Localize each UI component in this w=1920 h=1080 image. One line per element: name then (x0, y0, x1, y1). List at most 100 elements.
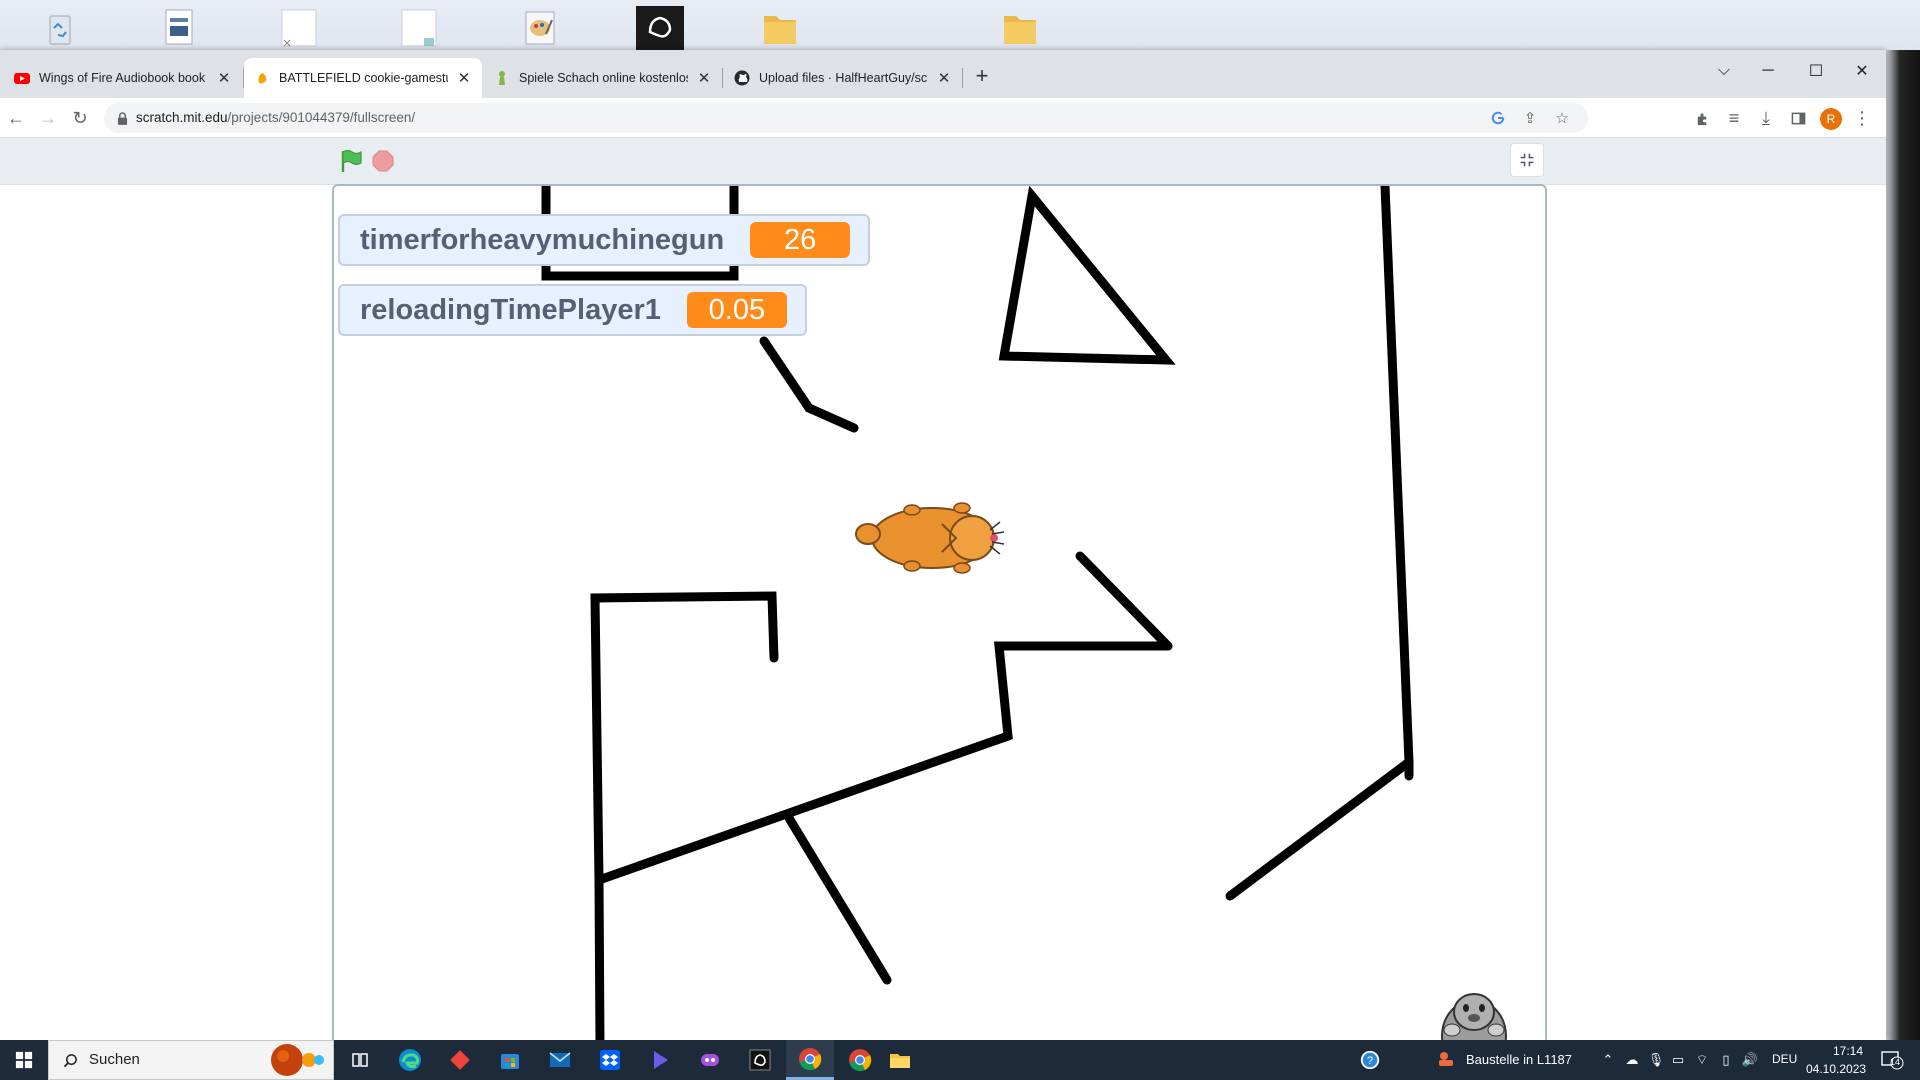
address-bar[interactable]: scratch.mit.edu/projects/901044379/fulls… (104, 103, 1588, 133)
forward-icon[interactable]: → (36, 106, 60, 130)
youtube-icon (14, 70, 30, 86)
tab-title: Upload files · HalfHeartGuy/scratch (759, 71, 928, 85)
menu-icon[interactable]: ⋮ (1850, 106, 1874, 130)
scratch-icon (254, 70, 270, 86)
profile-avatar[interactable]: R (1820, 108, 1842, 130)
traffic-warning-icon[interactable] (1436, 1050, 1456, 1070)
tab-separator (962, 68, 963, 88)
reload-icon[interactable]: ↻ (68, 106, 92, 130)
bookmark-star-icon[interactable]: ☆ (1552, 108, 1572, 128)
maze-wall (590, 591, 779, 1044)
exit-fullscreen-button[interactable] (1510, 143, 1544, 177)
lock-icon[interactable] (112, 108, 132, 128)
maze-wall (998, 186, 1176, 365)
folder-icon[interactable] (1000, 8, 1040, 48)
hamster-sprite[interactable] (855, 502, 1005, 574)
url-path: /projects/901044379/fullscreen/ (227, 110, 416, 125)
display-icon[interactable]: ▭ (1670, 1052, 1686, 1068)
minimize-button[interactable]: ─ (1748, 56, 1788, 86)
green-flag-icon[interactable] (338, 148, 364, 174)
mole-sprite[interactable] (1441, 993, 1507, 1044)
tab-title: Spiele Schach online kostenlos mit (519, 71, 688, 85)
close-window-button[interactable]: ✕ (1842, 56, 1882, 86)
paint-icon[interactable] (520, 8, 560, 48)
game-app-icon[interactable] (686, 1040, 734, 1080)
scratch-taskbar-icon[interactable] (736, 1040, 784, 1080)
tab-chess[interactable]: Spiele Schach online kostenlos mit ✕ (484, 58, 722, 98)
edge-icon[interactable] (386, 1040, 434, 1080)
github-icon (734, 70, 750, 86)
google-lens-icon[interactable] (1488, 108, 1508, 128)
monitor-value: 26 (750, 222, 851, 258)
maze-wall (1380, 186, 1414, 781)
help-icon[interactable]: ? (1350, 1040, 1390, 1080)
recycle-bin-icon[interactable] (40, 8, 80, 48)
tab-title: BATTLEFIELD cookie-gamestudio (279, 71, 448, 85)
show-hidden-icons-icon[interactable]: ⌃ (1600, 1052, 1616, 1068)
maze-wall (784, 813, 892, 985)
mail-icon[interactable] (536, 1040, 584, 1080)
variable-monitor-reload[interactable]: reloadingTimePlayer1 0.05 (338, 284, 807, 336)
desktop-background (1886, 50, 1920, 1040)
start-button[interactable] (0, 1040, 48, 1080)
maze-wall (759, 336, 859, 433)
battery-icon[interactable]: ▯ (1718, 1052, 1734, 1068)
project-stage[interactable]: timerforheavymuchinegun 26 reloadingTime… (332, 184, 1547, 1044)
chrome-taskbar-icon[interactable] (786, 1040, 834, 1080)
download-icon[interactable]: ⤓ (1754, 106, 1778, 130)
notification-count: 14 (1890, 1057, 1901, 1067)
side-panel-icon[interactable] (1786, 106, 1810, 130)
tab-strip: Wings of Fire Audiobook book 1 ✕ BATTLEF… (0, 50, 1886, 98)
back-icon[interactable]: ← (4, 106, 28, 130)
file-explorer-icon[interactable] (876, 1040, 924, 1080)
tab-github[interactable]: Upload files · HalfHeartGuy/scratch ✕ (724, 58, 962, 98)
scratch-app-icon[interactable] (636, 6, 684, 50)
clock-date[interactable]: 04.10.2023 (1806, 1062, 1866, 1076)
variable-monitor-timer[interactable]: timerforheavymuchinegun 26 (338, 214, 871, 266)
tab-title: Wings of Fire Audiobook book 1 (39, 71, 208, 85)
video-editor-icon[interactable] (636, 1040, 684, 1080)
desktop-document-icon[interactable] (280, 8, 320, 48)
volume-icon[interactable]: 🔊 (1742, 1052, 1758, 1068)
maximize-button[interactable]: ☐ (1796, 56, 1836, 86)
weather-text[interactable]: Baustelle in L1187 (1466, 1052, 1572, 1067)
close-tab-icon[interactable]: ✕ (696, 69, 712, 87)
browser-window: Wings of Fire Audiobook book 1 ✕ BATTLEF… (0, 50, 1886, 1044)
close-tab-icon[interactable]: ✕ (216, 69, 232, 87)
scratch-player-header (0, 138, 1886, 185)
windows-logo-icon (15, 1051, 33, 1069)
close-tab-icon[interactable]: ✕ (936, 69, 952, 87)
clock-time[interactable]: 17:14 (1822, 1044, 1874, 1058)
wifi-icon[interactable]: ⌔ (1694, 1052, 1710, 1068)
microphone-icon[interactable]: 🎙 (1648, 1052, 1665, 1068)
maze-wall (594, 641, 1173, 885)
tab-battlefield[interactable]: BATTLEFIELD cookie-gamestudio ✕ (244, 58, 482, 98)
microsoft-store-icon[interactable] (486, 1040, 534, 1080)
url-text: scratch.mit.edu/projects/901044379/fulls… (136, 110, 415, 125)
anydesk-icon[interactable] (436, 1040, 484, 1080)
share-icon[interactable]: ⇪ (1520, 108, 1540, 128)
new-tab-button[interactable]: + (970, 64, 994, 88)
tab-youtube[interactable]: Wings of Fire Audiobook book 1 ✕ (4, 58, 242, 98)
folder-icon[interactable] (760, 8, 800, 48)
browser-toolbar: ← → ↻ scratch.mit.edu/projects/901044379… (0, 98, 1886, 138)
language-indicator[interactable]: DEU (1772, 1052, 1797, 1066)
close-tab-icon[interactable]: ✕ (456, 69, 472, 87)
stop-icon[interactable] (372, 150, 394, 172)
search-highlight-icon (271, 1044, 324, 1076)
tab-search-icon[interactable]: ⌵ (1704, 56, 1744, 86)
svg-text:?: ? (1367, 1055, 1373, 1067)
extensions-icon[interactable] (1690, 106, 1714, 130)
search-label: Suchen (89, 1051, 140, 1068)
monitor-value: 0.05 (686, 292, 787, 328)
chess-pawn-icon (494, 70, 510, 86)
url-host: scratch.mit.edu (136, 110, 228, 125)
taskbar: Suchen ? Baustelle in L1187 ⌃ ☁ 🎙 ▭ ⌔ ▯ … (0, 1040, 1920, 1080)
media-controls-icon[interactable]: ≡ (1722, 106, 1746, 130)
desktop-file-icon[interactable] (160, 8, 200, 48)
task-view-icon[interactable] (336, 1040, 384, 1080)
cloud-sync-icon[interactable]: ☁ (1624, 1052, 1640, 1068)
dropbox-icon[interactable] (586, 1040, 634, 1080)
desktop-document-icon[interactable] (400, 8, 440, 48)
taskbar-search[interactable]: Suchen (48, 1040, 334, 1080)
